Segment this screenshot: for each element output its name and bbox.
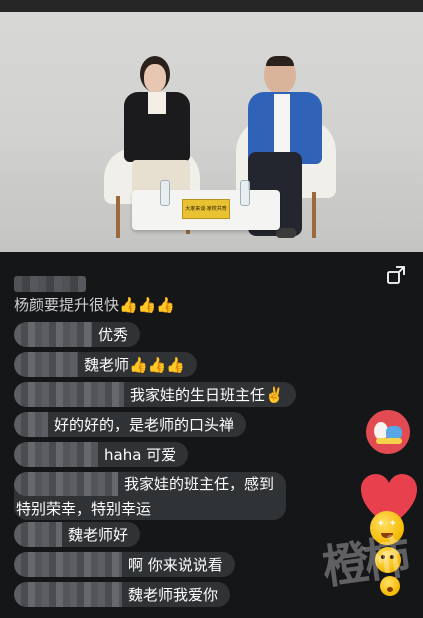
list-item: 杨颜要提升很快👍👍👍 — [14, 293, 187, 315]
comment-text: haha 可爱 — [104, 446, 177, 464]
comment-text: 优秀 — [98, 326, 129, 344]
host-woman — [118, 56, 196, 206]
list-item: 优秀 — [14, 322, 141, 347]
comment-text: 啊 你来说说看 — [128, 556, 223, 574]
fullscreen-icon[interactable] — [385, 264, 407, 286]
comment-text: 特别荣幸，特别幸运 — [16, 500, 152, 518]
list-item: 啊 你来说说看 — [14, 552, 235, 577]
watermark-logo: 橙柿 — [319, 529, 410, 595]
avatar — [14, 552, 122, 577]
list-item: 魏老师👍👍👍 — [14, 352, 198, 377]
water-bottle — [160, 180, 170, 206]
comment-text: 我家娃的班主任，感到 — [124, 475, 275, 493]
avatar — [14, 382, 124, 407]
list-item: 魏老师我爱你 — [14, 582, 231, 607]
water-bottle — [240, 180, 250, 206]
video-top-bar — [0, 0, 423, 12]
avatar — [14, 442, 98, 467]
comment-text: 魏老师我爱你 — [128, 586, 219, 604]
avatar — [14, 322, 92, 347]
list-item: 魏老师好 — [14, 522, 141, 547]
list-item: 我家娃的生日班主任✌️ — [14, 382, 296, 407]
avatar — [14, 352, 78, 377]
list-item: haha 可爱 — [14, 442, 189, 467]
blurred-username — [14, 276, 86, 292]
comment-text: 杨颜要提升很快👍👍👍 — [14, 295, 176, 314]
avatar — [14, 472, 118, 496]
avatar — [14, 582, 122, 607]
comment-text: 魏老师👍👍👍 — [84, 356, 186, 374]
comment-text: 好的好的，是老师的口头禅 — [54, 416, 235, 434]
live-video[interactable]: 大家来谈·家校共育 — [0, 0, 423, 252]
list-item-continuation: 特别荣幸，特别幸运 — [14, 496, 163, 521]
avatar — [14, 412, 48, 437]
list-item: 好的好的，是老师的口头禅 — [14, 412, 247, 437]
avatar — [14, 522, 62, 547]
gift-avatar-icon[interactable] — [366, 410, 410, 454]
comment-text: 我家娃的生日班主任✌️ — [130, 386, 284, 404]
comment-text: 魏老师好 — [68, 526, 129, 544]
table-sign: 大家来谈·家校共育 — [182, 199, 230, 219]
